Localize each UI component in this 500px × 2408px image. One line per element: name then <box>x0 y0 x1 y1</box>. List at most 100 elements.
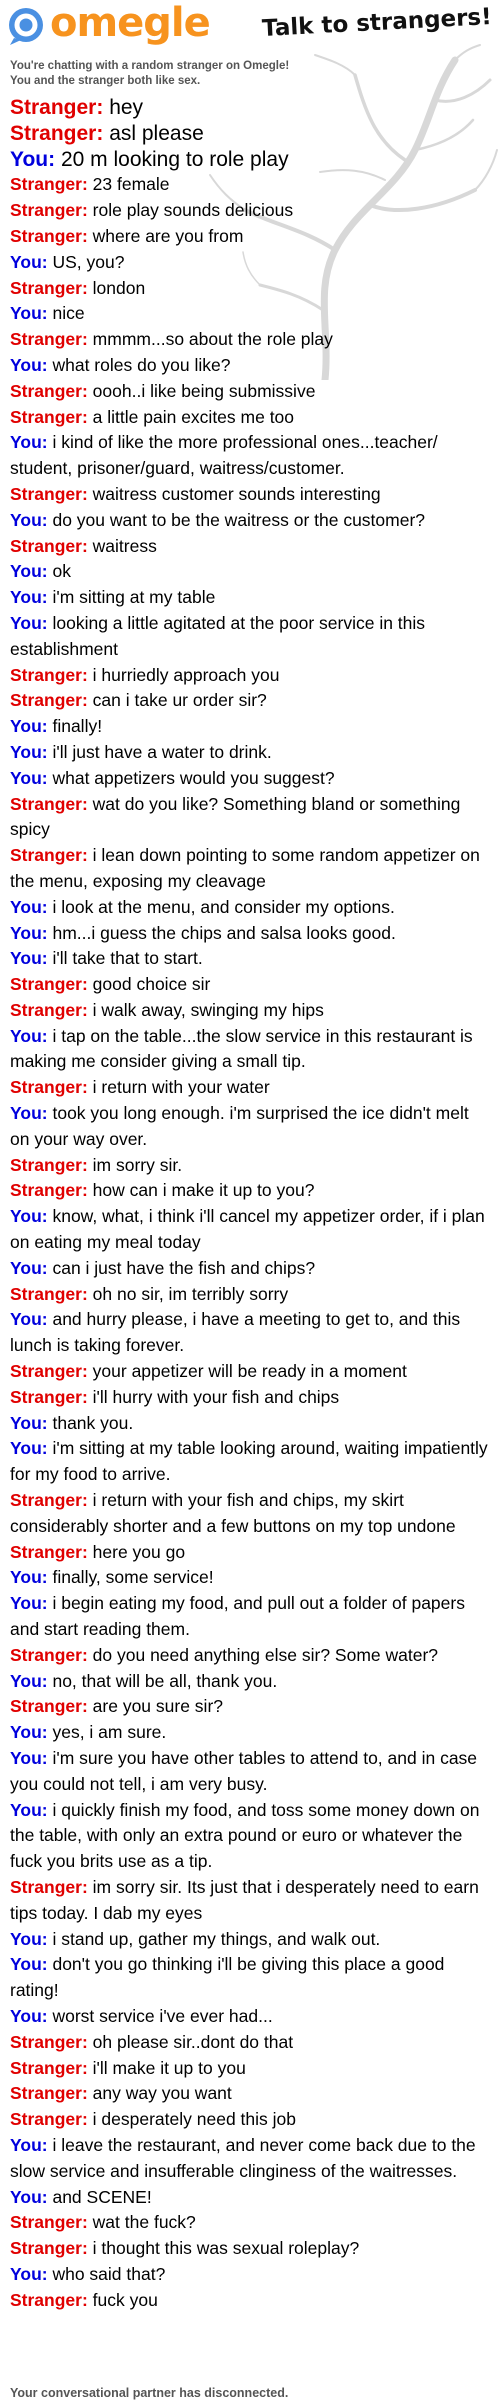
speaker-stranger: Stranger: <box>10 1876 88 1897</box>
speaker-stranger: Stranger: <box>10 999 88 1020</box>
chat-message: Stranger: i return with your fish and ch… <box>10 1488 490 1540</box>
chat-message: You: and SCENE! <box>10 2185 490 2211</box>
message-text: i kind of like the more professional one… <box>10 432 438 479</box>
message-text: do you need anything else sir? Some wate… <box>92 1644 439 1665</box>
chat-message: You: who said that? <box>10 2262 490 2288</box>
message-text: US, you? <box>52 251 125 272</box>
speaker-stranger: Stranger: <box>10 2109 88 2130</box>
chat-message: Stranger: london <box>10 276 490 302</box>
message-text: 20 m looking to role play <box>60 147 289 171</box>
message-text: oooh..i like being submissive <box>92 380 316 401</box>
speaker-stranger: Stranger: <box>10 2031 88 2052</box>
message-text: wat the fuck? <box>92 2212 196 2233</box>
chat-message: You: and hurry please, i have a meeting … <box>10 1307 490 1359</box>
speaker-you: You: <box>10 587 48 608</box>
speaker-stranger: Stranger: <box>10 2083 88 2104</box>
chat-message: You: finally, some service! <box>10 1565 490 1591</box>
speaker-stranger: Stranger: <box>10 1154 88 1175</box>
message-text: and SCENE! <box>52 2186 152 2207</box>
message-text: waitress <box>92 535 157 556</box>
speaker-you: You: <box>10 1954 48 1975</box>
speaker-you: You: <box>10 1567 48 1588</box>
chat-message: Stranger: i return with your water <box>10 1075 490 1101</box>
speaker-stranger: Stranger: <box>10 535 88 556</box>
message-text: i tap on the table...the slow service in… <box>10 1025 473 1072</box>
chat-message: You: worst service i've ever had... <box>10 2004 490 2030</box>
speaker-you: You: <box>10 251 48 272</box>
chat-message: You: i quickly finish my food, and toss … <box>10 1798 490 1875</box>
message-text: looking a little agitated at the poor se… <box>10 612 426 659</box>
message-text: can i just have the fish and chips? <box>52 1257 316 1278</box>
chat-message: Stranger: waitress customer sounds inter… <box>10 482 490 508</box>
message-text: mmmm...so about the role play <box>92 329 333 350</box>
speaker-stranger: Stranger: <box>10 793 88 814</box>
speaker-stranger: Stranger: <box>10 1644 88 1665</box>
chat-message: You: i leave the restaurant, and never c… <box>10 2133 490 2185</box>
message-text: are you sure sir? <box>92 1696 224 1717</box>
chat-message: You: i tap on the table...the slow servi… <box>10 1024 490 1076</box>
chat-message: Stranger: do you need anything else sir?… <box>10 1643 490 1669</box>
omegle-logo[interactable]: omegle <box>6 0 226 50</box>
message-text: a little pain excites me too <box>92 406 295 427</box>
message-text: role play sounds delicious <box>92 200 294 221</box>
speaker-you: You: <box>10 1438 48 1459</box>
chat-message: Stranger: im sorry sir. <box>10 1153 490 1179</box>
chat-message: You: what roles do you like? <box>10 353 490 379</box>
message-text: hey <box>109 96 144 119</box>
speaker-stranger: Stranger: <box>10 2057 88 2078</box>
speaker-stranger: Stranger: <box>10 690 88 711</box>
speaker-stranger: Stranger: <box>10 380 88 401</box>
speaker-stranger: Stranger: <box>10 664 88 685</box>
speaker-you: You: <box>10 303 48 324</box>
chat-message: Stranger: i walk away, swinging my hips <box>10 998 490 1024</box>
message-text: oh no sir, im terribly sorry <box>92 1283 289 1304</box>
message-text: any way you want <box>92 2083 232 2104</box>
speaker-stranger: Stranger: <box>10 1283 88 1304</box>
speaker-stranger: Stranger: <box>10 845 88 866</box>
chat-message: Stranger: role play sounds delicious <box>10 198 490 224</box>
speaker-stranger: Stranger: <box>10 1541 88 1562</box>
chat-message: Stranger: waitress <box>10 534 490 560</box>
message-text: i look at the menu, and consider my opti… <box>52 896 395 917</box>
speaker-you: You: <box>10 1309 48 1330</box>
message-text: what roles do you like? <box>52 354 231 375</box>
message-text: i begin eating my food, and pull out a f… <box>10 1593 465 1640</box>
speaker-you: You: <box>10 716 48 737</box>
shared-interest-notice: You and the stranger both like sex. <box>10 75 201 87</box>
chat-message: Stranger: any way you want <box>10 2081 490 2107</box>
speaker-you: You: <box>10 922 48 943</box>
speaker-you: You: <box>10 1257 48 1278</box>
message-text: i'll take that to start. <box>52 948 203 969</box>
chat-notice: You're chatting with a random stranger o… <box>10 60 290 72</box>
speaker-you: You: <box>10 354 48 375</box>
chat-message: Stranger: im sorry sir. Its just that i … <box>10 1875 490 1927</box>
chat-message: You: US, you? <box>10 250 490 276</box>
chat-message: You: nice <box>10 301 490 327</box>
speaker-you: You: <box>10 1928 48 1949</box>
chat-message: Stranger: i desperately need this job <box>10 2107 490 2133</box>
message-text: finally! <box>52 716 103 737</box>
message-text: finally, some service! <box>52 1567 214 1588</box>
logo-text: omegle <box>50 0 211 46</box>
message-text: asl please <box>109 121 204 145</box>
message-text: how can i make it up to you? <box>92 1180 315 1201</box>
speaker-stranger: Stranger: <box>10 406 88 427</box>
chat-message: Stranger: mmmm...so about the role play <box>10 327 490 353</box>
message-text: i'll just have a water to drink. <box>52 741 272 762</box>
speaker-you: You: <box>10 561 48 582</box>
message-text: took you long enough. i'm surprised the … <box>10 1103 469 1149</box>
message-text: thank you. <box>52 1412 134 1433</box>
speaker-stranger: Stranger: <box>10 121 104 145</box>
speaker-stranger: Stranger: <box>10 277 88 298</box>
chat-message: Stranger: oooh..i like being submissive <box>10 379 490 405</box>
message-text: 23 female <box>92 174 170 195</box>
message-text: i desperately need this job <box>92 2109 296 2130</box>
chat-message: You: hm...i guess the chips and salsa lo… <box>10 921 490 947</box>
chat-message: You: what appetizers would you suggest? <box>10 766 490 792</box>
chat-message: You: yes, i am sure. <box>10 1720 490 1746</box>
chat-message: You: i begin eating my food, and pull ou… <box>10 1591 490 1643</box>
chat-message: You: can i just have the fish and chips? <box>10 1256 490 1282</box>
speaker-stranger: Stranger: <box>10 2212 88 2233</box>
message-text: and hurry please, i have a meeting to ge… <box>10 1309 461 1356</box>
speaker-you: You: <box>10 767 48 788</box>
